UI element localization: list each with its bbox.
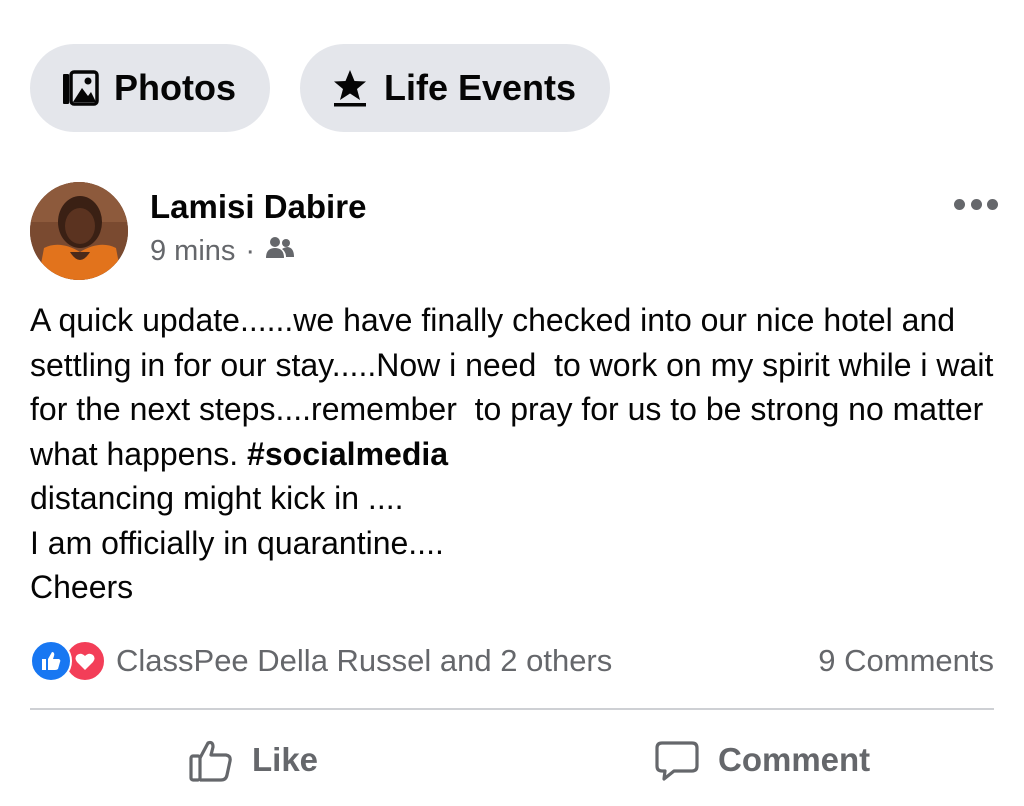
- post-text-end: distancing might kick in .... I am offic…: [30, 480, 444, 605]
- author-name[interactable]: Lamisi Dabire: [150, 188, 366, 226]
- post-time[interactable]: 9 mins: [150, 235, 235, 268]
- reaction-names[interactable]: ClassPee Della Russel and 2 others: [116, 643, 612, 679]
- photos-icon: [60, 68, 100, 108]
- comment-button[interactable]: Comment: [654, 728, 870, 792]
- post-header: Lamisi Dabire 9 mins ·: [30, 180, 1000, 284]
- like-label: Like: [252, 741, 319, 778]
- meta-separator: ·: [245, 235, 256, 267]
- like-button[interactable]: Like: [188, 728, 318, 792]
- star-icon: [330, 68, 370, 108]
- more-dot: [987, 198, 998, 210]
- comments-count[interactable]: 9 Comments: [818, 643, 994, 679]
- filter-chips: Photos Life Events: [30, 44, 610, 132]
- like-reaction-icon: [30, 640, 72, 682]
- comment-icon: [654, 737, 700, 783]
- reactions-bar: ClassPee Della Russel and 2 others 9 Com…: [30, 636, 994, 686]
- avatar[interactable]: [30, 182, 128, 280]
- reaction-icons[interactable]: [30, 640, 106, 682]
- divider: [30, 708, 994, 710]
- hashtag-link[interactable]: #socialmedia: [247, 436, 448, 472]
- friends-icon: [265, 235, 295, 268]
- post-actions: Like Comment: [0, 728, 1024, 792]
- post-text: A quick update......we have finally chec…: [30, 298, 1000, 610]
- life-events-button[interactable]: Life Events: [300, 44, 610, 132]
- more-dot: [954, 198, 965, 210]
- comment-label: Comment: [718, 741, 871, 778]
- post-meta: 9 mins ·: [150, 235, 295, 268]
- photos-label: Photos: [114, 67, 236, 108]
- more-options-button[interactable]: [954, 198, 998, 210]
- post-text-start: A quick update......we have finally chec…: [30, 302, 1012, 472]
- life-events-label: Life Events: [384, 67, 577, 108]
- photos-button[interactable]: Photos: [30, 44, 270, 132]
- more-dot: [970, 198, 982, 210]
- thumbs-up-icon: [188, 737, 234, 783]
